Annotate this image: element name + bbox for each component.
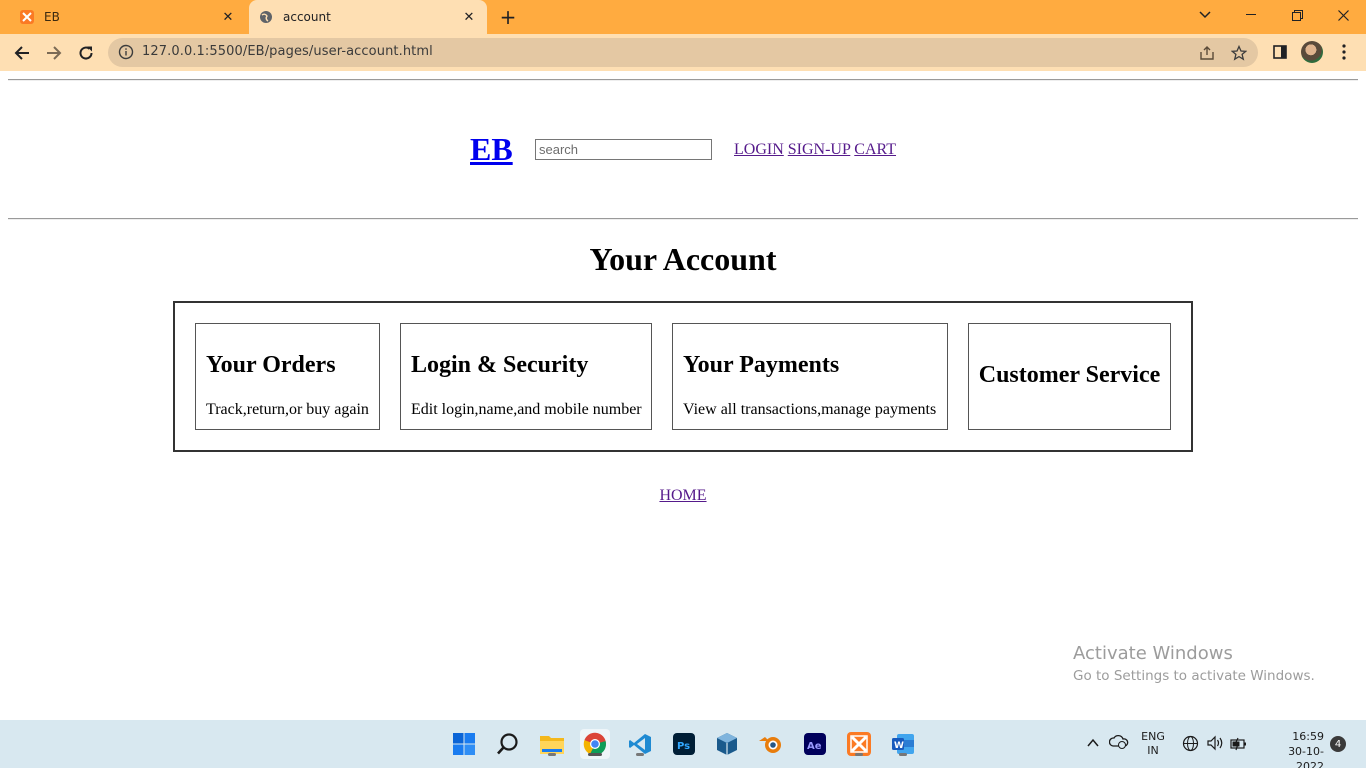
site-logo-link[interactable]: EB [470,131,513,168]
web-page: EB LOGIN SIGN-UP CART Your Account Your … [0,71,1366,720]
browser-toolbar: 127.0.0.1:5500/EB/pages/user-account.htm… [0,34,1366,71]
login-link[interactable]: LOGIN [734,141,784,158]
url-text: 127.0.0.1:5500/EB/pages/user-account.htm… [142,44,433,59]
running-indicator [855,753,863,756]
tab-account[interactable]: account ✕ [249,0,487,34]
after-effects-icon[interactable]: Ae [800,729,830,759]
card-title: Your Orders [206,352,336,378]
running-indicator [636,753,644,756]
blender-icon[interactable] [756,729,786,759]
onedrive-sync-icon[interactable] [1108,734,1129,754]
photoshop-icon[interactable]: Ps [669,729,699,759]
card-description: View all transactions,manage payments [683,401,937,418]
running-indicator [899,753,907,756]
tab-close-icon[interactable]: ✕ [461,9,477,25]
browser-tab-strip: EB ✕ account ✕ + [0,0,1366,34]
share-icon[interactable] [1198,44,1216,62]
clock[interactable]: 16:59 30-10-2022 [1262,729,1324,768]
window-close-icon[interactable] [1320,0,1366,30]
back-arrow-icon[interactable] [9,40,35,66]
minimize-icon[interactable] [1228,0,1274,30]
volume-icon[interactable] [1206,735,1224,755]
taskbar-search-icon[interactable] [493,729,523,759]
running-indicator [548,753,556,756]
windows-taskbar: Ps Ae W ENG IN 16:59 30-10-2022 4 [0,720,1366,768]
tab-title: EB [44,10,60,24]
clock-time: 16:59 [1292,730,1324,743]
your-payments-card[interactable]: Your Payments View all transactions,mana… [672,323,948,430]
cart-link[interactable]: CART [854,141,896,158]
header-divider [8,218,1358,220]
clock-date: 30-10-2022 [1288,745,1324,768]
side-panel-icon[interactable] [1270,42,1290,62]
svg-text:Ps: Ps [677,741,690,752]
network-globe-icon[interactable] [1182,735,1199,756]
your-orders-card[interactable]: Your Orders Track,return,or buy again [195,323,380,430]
search-input[interactable] [535,139,712,160]
new-tab-plus-icon[interactable]: + [498,5,518,29]
watermark-subtitle: Go to Settings to activate Windows. [1073,668,1315,684]
input-language[interactable]: ENG IN [1141,730,1165,758]
chrome-icon[interactable] [580,729,610,759]
svg-text:W: W [894,741,904,751]
globe-favicon-icon [259,10,273,24]
customer-service-card[interactable]: Customer Service [968,323,1171,430]
profile-avatar[interactable] [1301,41,1323,63]
region-code: IN [1147,744,1159,757]
windows-start-icon[interactable] [449,729,479,759]
address-bar[interactable]: 127.0.0.1:5500/EB/pages/user-account.htm… [108,38,1258,67]
home-link-wrapper: HOME [0,487,1366,505]
tab-close-icon[interactable]: ✕ [220,9,236,25]
watermark-title: Activate Windows [1073,643,1233,664]
home-link[interactable]: HOME [659,487,706,504]
reload-icon[interactable] [73,40,99,66]
page-title: Your Account [589,241,777,277]
card-description: Edit login,name,and mobile number [411,401,642,418]
card-description: Track,return,or buy again [206,401,369,418]
bookmark-star-icon[interactable] [1230,44,1248,62]
forward-arrow-icon[interactable] [41,40,67,66]
more-menu-icon[interactable] [1334,42,1354,62]
xampp-favicon-icon [20,10,34,24]
xampp-icon[interactable] [844,729,874,759]
tab-eb[interactable]: EB ✕ [8,0,246,34]
hidden-icons-chevron-icon[interactable] [1086,735,1100,754]
language-code: ENG [1141,730,1165,743]
login-security-card[interactable]: Login & Security Edit login,name,and mob… [400,323,652,430]
site-info-icon[interactable] [118,44,134,60]
card-title: Your Payments [683,352,840,378]
svg-text:Ae: Ae [807,741,822,752]
file-explorer-icon[interactable] [537,729,567,759]
tab-search-chevron-icon[interactable] [1182,0,1228,30]
tab-title: account [283,10,331,24]
card-title: Customer Service [978,362,1161,388]
signup-link[interactable]: SIGN-UP [788,141,851,158]
battery-charging-icon[interactable] [1230,736,1248,755]
card-title: Login & Security [411,352,589,378]
restore-icon[interactable] [1274,0,1320,30]
top-divider [8,79,1358,81]
vscode-icon[interactable] [625,729,655,759]
activate-windows-watermark: Activate Windows Go to Settings to activ… [1073,643,1315,684]
word-icon[interactable]: W [888,729,918,759]
notification-count-badge[interactable]: 4 [1330,736,1346,752]
header-nav: LOGIN SIGN-UP CART [734,141,896,159]
running-indicator [588,753,602,756]
virtualbox-icon[interactable] [712,729,742,759]
